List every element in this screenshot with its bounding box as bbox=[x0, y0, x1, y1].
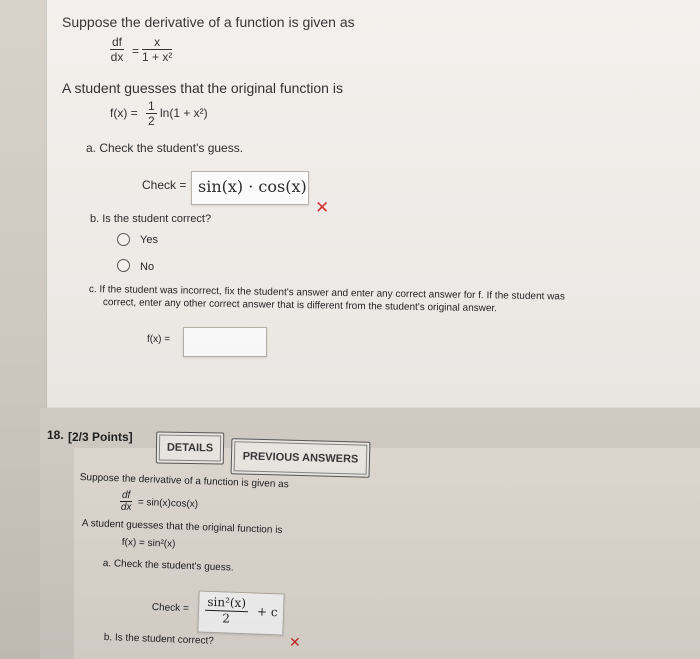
guess-coefficient: 1 2 bbox=[146, 99, 157, 128]
derivative-lhs-num: df bbox=[110, 35, 125, 50]
q18-derivative-lhs: df dx bbox=[120, 490, 133, 513]
radio-no[interactable] bbox=[117, 259, 130, 272]
question-number: 18. bbox=[47, 428, 64, 442]
check-label: Check = bbox=[142, 178, 187, 192]
derivative-lhs-den: dx bbox=[110, 50, 124, 64]
details-button-label: DETAILS bbox=[166, 441, 214, 455]
part-a-label: a. Check the student's guess. bbox=[86, 141, 244, 155]
q18-guess: f(x) = sin²(x) bbox=[121, 537, 176, 550]
radio-yes-label: Yes bbox=[140, 234, 158, 246]
derivative-rhs: x 1 + x² bbox=[142, 35, 173, 64]
q18-incorrect-icon: ✕ bbox=[289, 634, 301, 650]
guess-rhs: ln(1 + x²) bbox=[160, 106, 208, 120]
q18-check-den: 2 bbox=[222, 611, 231, 626]
derivative-lhs: df dx bbox=[110, 35, 125, 64]
details-button[interactable]: DETAILS bbox=[155, 431, 225, 465]
q18-check-tail: + c bbox=[256, 604, 278, 620]
q18-derivative-rhs: = sin(x)cos(x) bbox=[137, 497, 199, 511]
f-answer-label: f(x) = bbox=[147, 334, 171, 345]
check-value: sin(x) · cos(x) bbox=[198, 177, 307, 196]
guess-lhs: f(x) = bbox=[110, 106, 138, 120]
radio-no-label: No bbox=[140, 261, 155, 273]
part-b-label: b. Is the student correct? bbox=[90, 213, 212, 225]
guess-intro: A student guesses that the original func… bbox=[62, 80, 343, 96]
q18-derivative-lhs-den: dx bbox=[120, 502, 132, 513]
question-intro: Suppose the derivative of a function is … bbox=[62, 14, 355, 30]
radio-yes[interactable] bbox=[117, 233, 130, 246]
derivative-rhs-den: 1 + x² bbox=[142, 50, 173, 64]
q18-derivative-lhs-num: df bbox=[120, 490, 133, 502]
incorrect-icon: ✕ bbox=[315, 198, 330, 217]
derivative-rhs-num: x bbox=[142, 35, 173, 50]
guess-coef-den: 2 bbox=[148, 114, 155, 128]
q18-check-label: Check = bbox=[151, 602, 189, 615]
q18-check-input[interactable]: sin²(x) 2 + c bbox=[197, 590, 285, 636]
points-label: [2/3 Points] bbox=[68, 430, 133, 444]
q18-check-fraction: sin²(x) 2 bbox=[205, 594, 249, 627]
previous-answers-button[interactable]: PREVIOUS ANSWERS bbox=[230, 438, 371, 478]
derivative-equals: = bbox=[132, 44, 140, 58]
check-input[interactable]: sin(x) · cos(x) bbox=[191, 171, 309, 205]
q18-check-num: sin²(x) bbox=[205, 594, 249, 613]
f-answer-input[interactable] bbox=[183, 327, 267, 357]
guess-coef-num: 1 bbox=[146, 99, 157, 114]
